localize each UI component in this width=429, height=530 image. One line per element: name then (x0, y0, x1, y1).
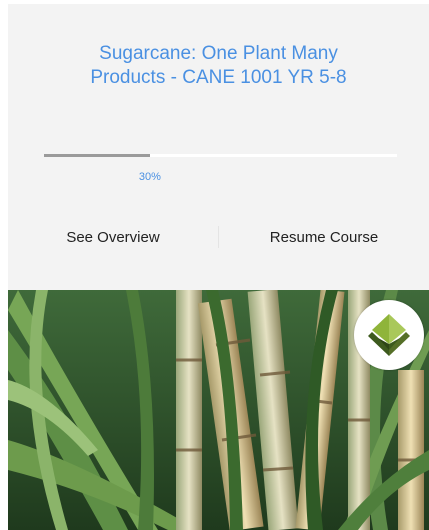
progress-bar (44, 154, 397, 157)
see-overview-button[interactable]: See Overview (8, 222, 218, 252)
course-actions: See Overview Resume Course (8, 222, 429, 252)
leaf-emblem-icon (354, 300, 424, 370)
course-title[interactable]: Sugarcane: One Plant Many Products - CAN… (8, 42, 429, 90)
progress-bar-fill (44, 154, 150, 157)
progress-label: 30% (138, 171, 161, 183)
resume-course-button[interactable]: Resume Course (219, 222, 429, 252)
course-card[interactable]: Sugarcane: One Plant Many Products - CAN… (8, 4, 429, 530)
course-title-line-2: Products - CANE 1001 YR 5-8 (90, 67, 347, 88)
course-title-line-1: Sugarcane: One Plant Many (99, 43, 338, 64)
